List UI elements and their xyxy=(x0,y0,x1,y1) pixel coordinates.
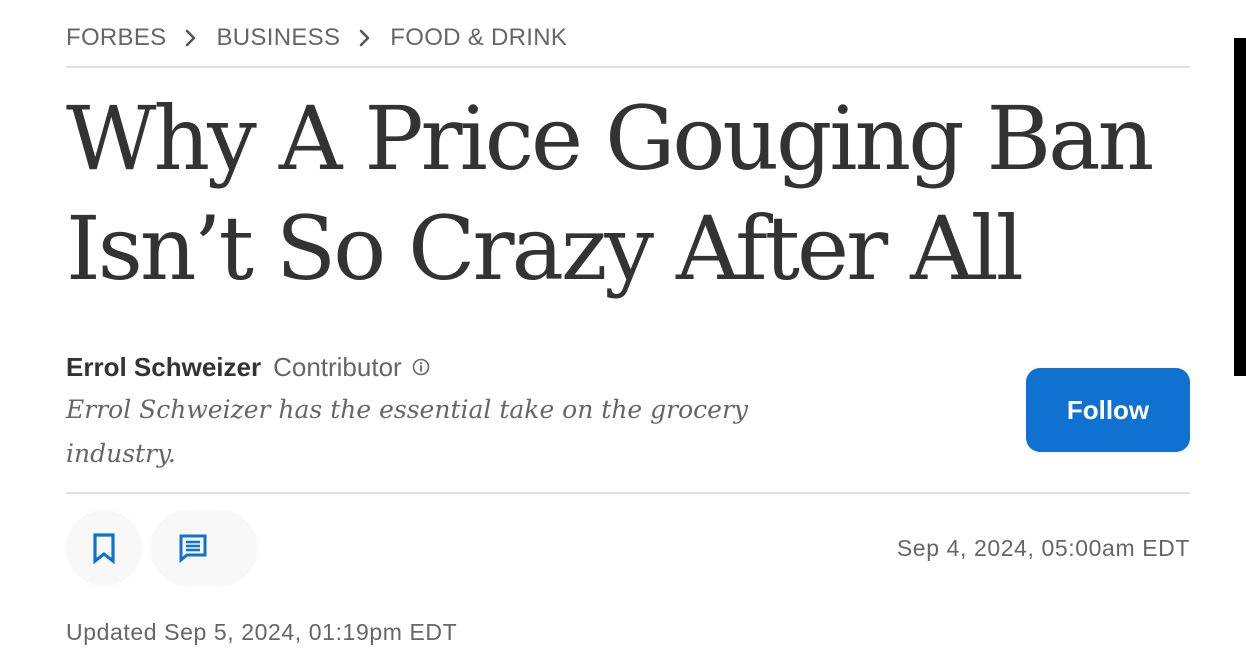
divider xyxy=(66,66,1190,68)
comment-icon xyxy=(178,533,208,563)
follow-button[interactable]: Follow xyxy=(1026,368,1190,452)
author-role: Contributor xyxy=(273,351,402,382)
breadcrumb-item-food-drink[interactable]: FOOD & DRINK xyxy=(390,24,567,52)
divider xyxy=(66,492,1190,494)
chevron-right-icon xyxy=(340,22,390,54)
article-title-line-2: Isn’t So Crazy After All xyxy=(66,197,1024,300)
save-article-button[interactable] xyxy=(66,510,142,586)
breadcrumb-item-forbes[interactable]: FORBES xyxy=(66,24,166,52)
breadcrumb-item-business[interactable]: BUSINESS xyxy=(216,24,340,52)
info-icon[interactable] xyxy=(411,357,431,377)
article-title-line-1: Why A Price Gouging Ban xyxy=(66,87,1154,190)
publish-date: Sep 4, 2024, 05:00am EDT xyxy=(896,535,1190,561)
article-title: Why A Price Gouging Ban Isn’t So Crazy A… xyxy=(66,84,1186,304)
updated-date: Updated Sep 5, 2024, 01:19pm EDT xyxy=(66,619,458,645)
comments-button[interactable] xyxy=(150,510,258,586)
chevron-right-icon xyxy=(166,22,216,54)
author-name-link[interactable]: Errol Schweizer xyxy=(66,352,261,383)
author-bio: Errol Schweizer has the essential take o… xyxy=(66,395,749,468)
scrollbar-thumb[interactable] xyxy=(1234,38,1246,376)
breadcrumb: FORBES BUSINESS FOOD & DRINK xyxy=(66,22,567,54)
byline: Errol Schweizer Contributor xyxy=(66,350,431,384)
bookmark-icon xyxy=(91,532,117,564)
article-header: FORBES BUSINESS FOOD & DRINK Why A Price… xyxy=(66,0,1190,660)
